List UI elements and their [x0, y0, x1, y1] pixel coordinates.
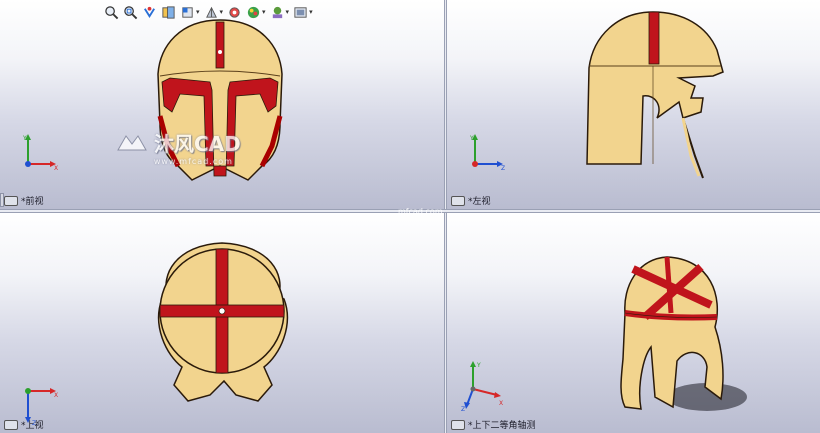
svg-text:X: X	[54, 392, 58, 399]
coordinate-triad-icon: Y X Z	[461, 361, 503, 413]
isometric-viewport[interactable]: Y X Z *上下二等角轴测	[447, 213, 820, 433]
svg-text:Y: Y	[476, 362, 481, 369]
chevron-down-icon[interactable]: ▾	[309, 8, 313, 16]
top-view-label: *上视	[4, 418, 44, 431]
zoom-to-fit-icon[interactable]	[104, 5, 119, 20]
svg-text:X: X	[54, 165, 58, 172]
zoom-area-icon[interactable]	[123, 5, 138, 20]
viewport-splitter-vertical[interactable]	[444, 0, 447, 433]
chevron-down-icon[interactable]: ▾	[196, 8, 200, 16]
mfcad-logo-icon	[117, 134, 147, 150]
helmet-isometric-model[interactable]	[607, 247, 757, 419]
left-viewport[interactable]: Y Z *左视	[447, 0, 820, 209]
top-viewport[interactable]: X Z *上视	[0, 213, 444, 433]
coordinate-triad-icon: Y Z	[469, 134, 505, 172]
camera-icon	[4, 419, 18, 430]
chevron-down-icon[interactable]: ▾	[220, 8, 224, 16]
helmet-front-model[interactable]	[150, 16, 290, 184]
coordinate-triad-icon: Y X	[22, 134, 58, 172]
view-name: *上视	[21, 421, 44, 431]
helmet-top-model[interactable]	[148, 235, 298, 407]
view-name: *前视	[21, 197, 44, 207]
camera-icon	[451, 195, 465, 206]
front-viewport[interactable]: ▾ ▾ ▾ ▾ ▾ Y X 沐风CAD www.mfcad.com *前视	[0, 0, 444, 209]
helmet-left-model[interactable]	[583, 6, 748, 184]
isometric-view-label: *上下二等角轴测	[451, 418, 536, 431]
svg-text:Y: Y	[469, 135, 474, 142]
view-name: *左视	[468, 197, 491, 207]
panel-collapse-handle[interactable]	[0, 193, 4, 207]
svg-text:Y: Y	[22, 135, 27, 142]
left-view-label: *左视	[451, 194, 491, 207]
svg-text:X: X	[499, 400, 503, 407]
camera-icon	[4, 195, 18, 206]
svg-text:Z: Z	[501, 165, 505, 172]
camera-icon	[451, 419, 465, 430]
view-settings-icon[interactable]	[293, 5, 308, 20]
front-view-label: *前视	[4, 194, 44, 207]
watermark-edge-text: mfcad.com	[398, 207, 443, 216]
chevron-down-icon[interactable]: ▾	[262, 8, 266, 16]
svg-text:Z: Z	[461, 406, 465, 413]
view-name: *上下二等角轴测	[468, 421, 536, 431]
viewport-grid: ▾ ▾ ▾ ▾ ▾ Y X 沐风CAD www.mfcad.com *前视 Y …	[0, 0, 820, 433]
chevron-down-icon[interactable]: ▾	[286, 8, 290, 16]
